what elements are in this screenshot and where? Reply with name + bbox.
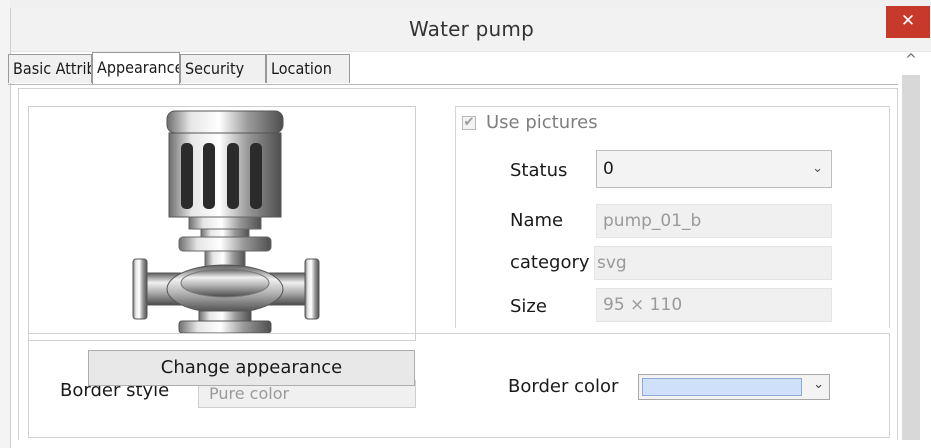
status-select[interactable]: 0 ⌄ xyxy=(596,150,832,188)
change-appearance-button[interactable]: Change appearance xyxy=(88,350,415,386)
chevron-down-icon: ⌄ xyxy=(812,161,823,176)
tab-location[interactable]: Location xyxy=(266,54,350,83)
tab-security[interactable]: Security xyxy=(180,54,266,83)
border-color-select[interactable]: ⌄ xyxy=(638,374,830,400)
water-pump-icon xyxy=(132,110,320,334)
group-border-left xyxy=(455,106,456,328)
close-button[interactable]: ✕ xyxy=(886,6,930,38)
group-border-right xyxy=(889,106,890,328)
vertical-scrollbar[interactable] xyxy=(902,75,920,440)
tab-strip-divider xyxy=(8,84,898,85)
chevron-down-icon: ⌄ xyxy=(813,377,824,392)
picture-preview xyxy=(28,106,416,341)
checkbox-check-icon[interactable]: ✔ xyxy=(462,115,476,130)
close-icon: ✕ xyxy=(900,11,916,31)
border-color-label: Border color xyxy=(508,376,619,397)
color-swatch xyxy=(642,378,802,396)
group-border-top xyxy=(455,106,890,107)
status-label: Status xyxy=(510,160,568,181)
name-field[interactable]: pump_01_b xyxy=(596,204,832,238)
tab-bar: Basic Attributes Appearance Security Loc… xyxy=(8,52,350,84)
tab-appearance[interactable]: Appearance xyxy=(92,52,180,84)
window-title: Water pump xyxy=(408,17,535,41)
size-label: Size xyxy=(510,296,547,317)
category-field[interactable]: svg xyxy=(594,246,832,280)
name-label: Name xyxy=(510,210,564,231)
tab-basic-attributes[interactable]: Basic Attributes xyxy=(8,54,92,83)
category-label: category xyxy=(510,252,590,273)
size-field[interactable]: 95 × 110 xyxy=(596,288,832,322)
title-bar[interactable]: Water pump ✕ xyxy=(11,6,931,52)
scroll-up-button[interactable]: ^ xyxy=(902,52,920,72)
chevron-up-icon: ^ xyxy=(905,52,917,68)
use-pictures-checkbox[interactable]: ✔ Use pictures xyxy=(462,112,598,133)
